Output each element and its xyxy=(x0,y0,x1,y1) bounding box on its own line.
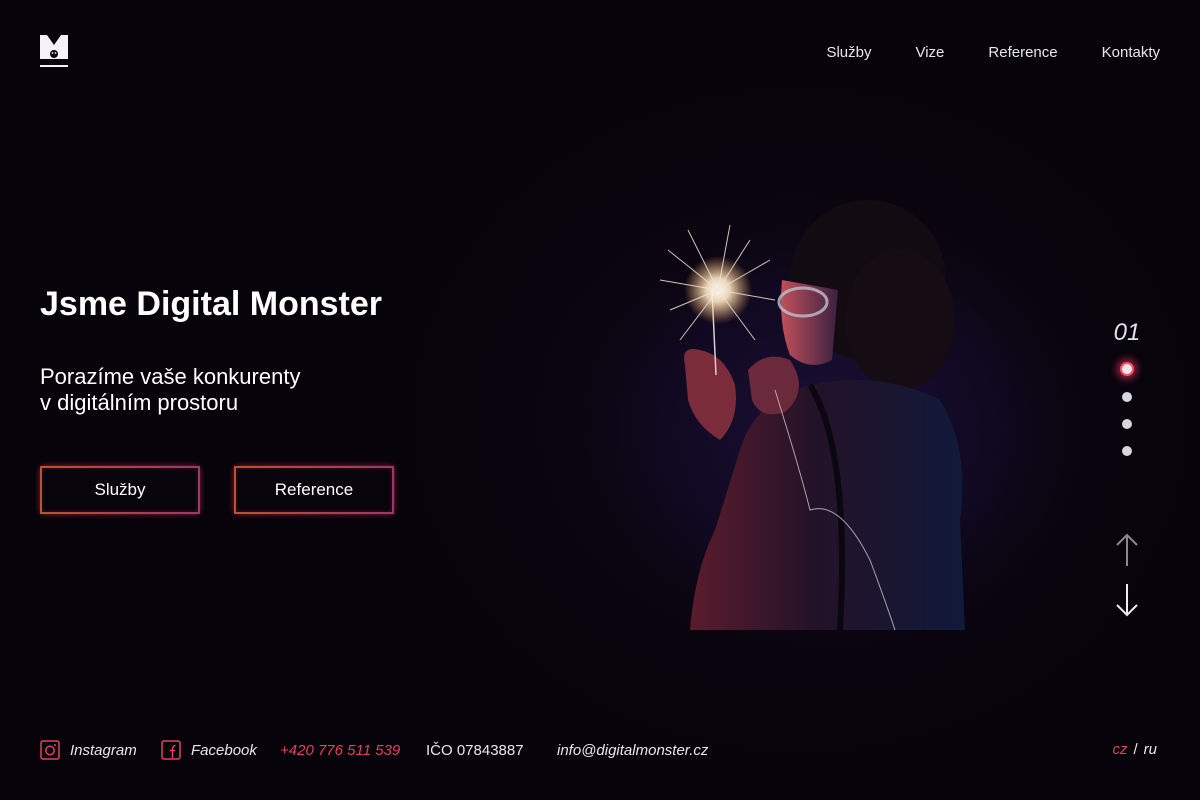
slide-dot-4[interactable] xyxy=(1122,446,1132,456)
slide-dot-2[interactable] xyxy=(1122,392,1132,402)
instagram-icon xyxy=(40,740,60,760)
slide-dot-1-active[interactable] xyxy=(1120,362,1134,376)
page: Služby Vize Reference Kontakty Jsme Digi… xyxy=(0,0,1200,800)
nav-link-services[interactable]: Služby xyxy=(826,44,871,62)
phone-number: +420 776 511 539 xyxy=(280,741,401,759)
services-button[interactable]: Služby xyxy=(40,466,200,514)
facebook-icon xyxy=(161,740,181,760)
lang-separator: / xyxy=(1133,741,1138,758)
hero-subtitle-line-1: Porazíme vaše konkurenty xyxy=(40,364,301,389)
instagram-link[interactable]: Instagram xyxy=(40,738,137,762)
slide-number: 01 xyxy=(1113,319,1141,346)
email-link[interactable]: info@digitalmonster.cz xyxy=(557,738,708,762)
hero-title: Jsme Digital Monster xyxy=(40,285,382,323)
facebook-link[interactable]: Facebook xyxy=(161,738,257,762)
hero-subtitle-line-2: v digitálním prostoru xyxy=(40,390,239,415)
lang-ru[interactable]: ru xyxy=(1144,741,1157,758)
main-navigation: Služby Vize Reference Kontakty xyxy=(826,44,1160,62)
nav-link-reference[interactable]: Reference xyxy=(988,44,1057,62)
nav-link-contacts[interactable]: Kontakty xyxy=(1102,44,1160,62)
monster-logo-icon[interactable] xyxy=(40,35,68,67)
phone-link[interactable]: +420 776 511 539 xyxy=(280,738,400,762)
hero-photo-man-with-sparkler xyxy=(520,160,1100,670)
nav-link-vision[interactable]: Vize xyxy=(915,44,944,62)
hero-subtitle: Porazíme vaše konkurenty v digitálním pr… xyxy=(40,364,300,416)
arrow-up-icon[interactable] xyxy=(1114,532,1140,568)
reference-button[interactable]: Reference xyxy=(234,466,394,514)
ico-number: IČO 07843887 xyxy=(426,741,524,759)
facebook-label: Facebook xyxy=(191,741,257,759)
slide-dot-3[interactable] xyxy=(1122,419,1132,429)
company-id: IČO 07843887 xyxy=(426,738,524,762)
instagram-label: Instagram xyxy=(70,741,137,759)
lang-cz[interactable]: cz xyxy=(1112,741,1127,758)
language-switcher: cz / ru xyxy=(1112,741,1157,758)
email-address: info@digitalmonster.cz xyxy=(557,741,709,759)
arrow-down-icon[interactable] xyxy=(1114,582,1140,618)
